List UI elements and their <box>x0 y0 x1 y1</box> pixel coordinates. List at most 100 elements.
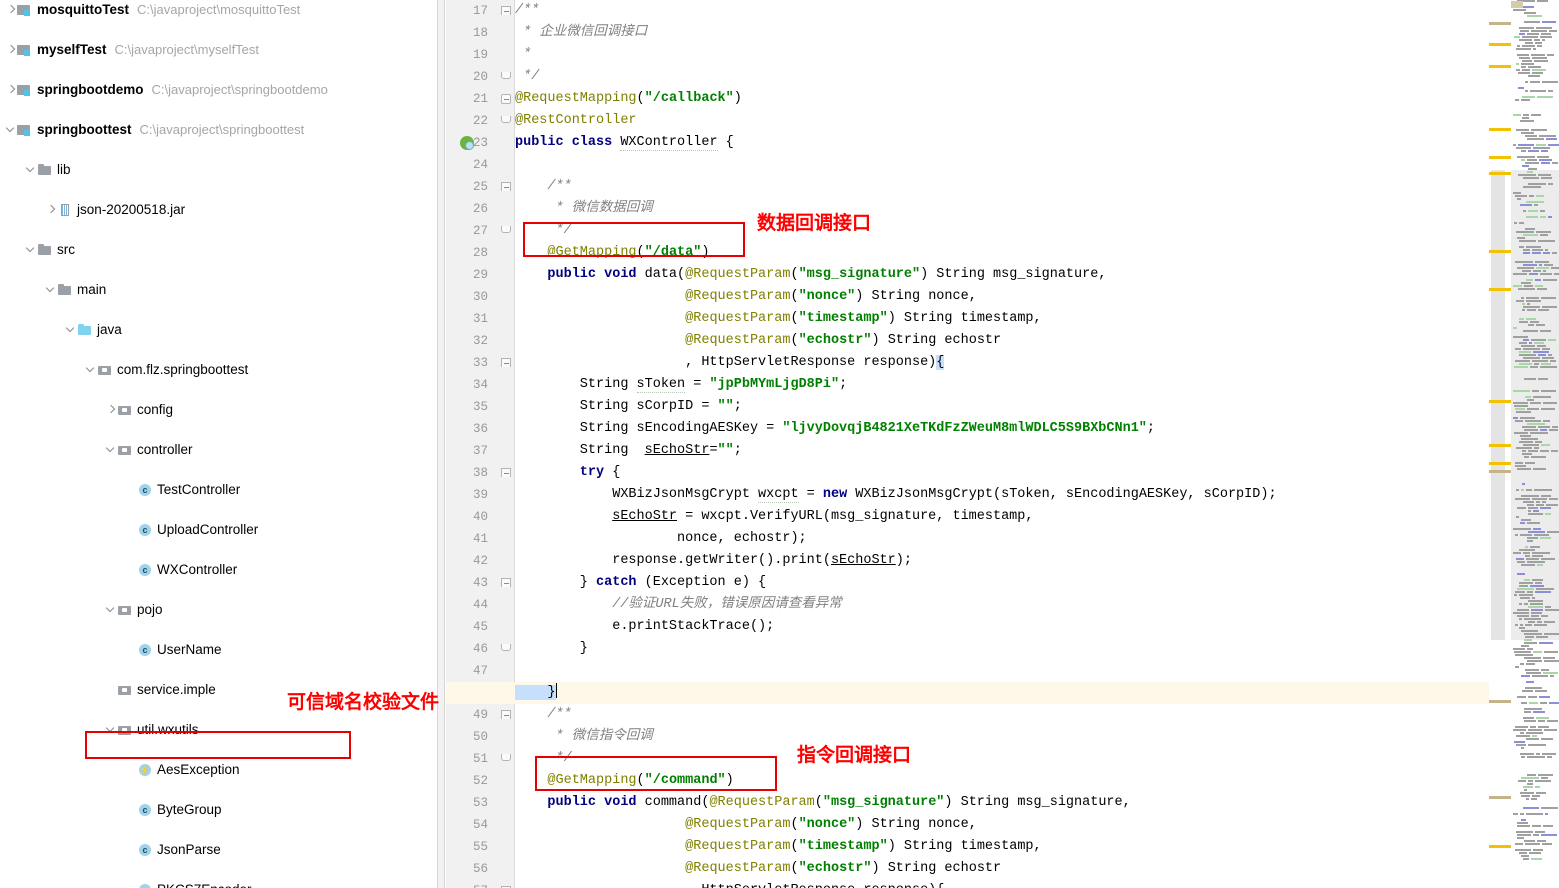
tree-row[interactable]: lib <box>0 160 437 180</box>
code-line[interactable]: @RequestParam("timestamp") String timest… <box>515 836 1042 858</box>
code-line[interactable]: , HttpServletResponse response){ <box>515 352 945 374</box>
chevron-right-icon[interactable] <box>106 400 117 420</box>
tree-row[interactable]: json-20200518.jar <box>0 200 437 220</box>
tree-row[interactable]: java <box>0 320 437 340</box>
tree-row[interactable]: WXController <box>0 560 437 580</box>
chevron-down-icon[interactable] <box>106 600 117 620</box>
chevron-down-icon[interactable] <box>6 120 17 140</box>
tree-row[interactable]: com.flz.springboottest <box>0 360 437 380</box>
code-fold-marker[interactable] <box>501 182 511 191</box>
code-line[interactable]: String sEchoStr=""; <box>515 440 742 462</box>
warning-marker[interactable] <box>1489 156 1511 159</box>
warning-marker[interactable] <box>1489 65 1511 68</box>
warning-marker[interactable] <box>1489 288 1511 291</box>
code-line[interactable]: String sEncodingAESKey = "ljvyDovqjB4821… <box>515 418 1155 440</box>
code-minimap[interactable] <box>1511 0 1559 888</box>
code-fold-marker[interactable] <box>501 468 511 477</box>
code-line[interactable]: public class WXController { <box>515 132 734 154</box>
warning-marker[interactable] <box>1489 172 1511 175</box>
code-fold-marker[interactable] <box>501 644 511 651</box>
chevron-right-icon[interactable] <box>6 40 17 60</box>
chevron-down-icon[interactable] <box>106 440 117 460</box>
code-fold-marker[interactable] <box>501 710 511 719</box>
chevron-right-icon[interactable] <box>46 200 57 220</box>
warning-marker[interactable] <box>1489 43 1511 46</box>
tree-row[interactable]: ByteGroup <box>0 800 437 820</box>
code-line[interactable]: String sToken = "jpPbMYmLjgD8Pi"; <box>515 374 847 396</box>
code-fold-marker[interactable] <box>501 94 511 104</box>
code-line[interactable]: * <box>515 44 531 66</box>
code-line[interactable]: , HttpServletResponse response){ <box>515 880 944 888</box>
warning-marker[interactable] <box>1489 845 1511 848</box>
code-line[interactable]: e.printStackTrace(); <box>515 616 774 638</box>
tree-row[interactable]: src <box>0 240 437 260</box>
tree-row[interactable]: controller <box>0 440 437 460</box>
warning-marker[interactable] <box>1489 128 1511 131</box>
code-line[interactable]: @RequestMapping("/callback") <box>515 88 742 110</box>
code-line[interactable]: * 微信数据回调 <box>515 198 653 220</box>
code-line[interactable]: } <box>515 682 557 704</box>
code-text-area[interactable]: /** * 企业微信回调接口 * */@RequestMapping("/cal… <box>446 0 1559 888</box>
code-fold-marker[interactable] <box>501 358 511 367</box>
code-line[interactable]: } <box>515 638 588 660</box>
code-line[interactable]: } catch (Exception e) { <box>515 572 766 594</box>
code-line[interactable]: //验证URL失败，错误原因请查看异常 <box>515 594 842 616</box>
warning-marker[interactable] <box>1489 400 1511 403</box>
scrollbar-thumb[interactable] <box>1491 170 1505 640</box>
code-editor[interactable]: 17 18 19 20 21 22 23 24 25 26 27 28 29 30 31 32 33 34 35 36… <box>446 0 1559 888</box>
code-fold-marker[interactable] <box>501 72 511 79</box>
tree-row[interactable]: config <box>0 400 437 420</box>
code-line[interactable]: * 微信指令回调 <box>515 726 653 748</box>
code-line[interactable]: /** <box>515 176 571 198</box>
tree-row[interactable]: AesException <box>0 760 437 780</box>
tree-row[interactable]: springbootdemo C:\javaproject\springbootd… <box>0 80 437 100</box>
code-line[interactable]: @RequestParam("timestamp") String timest… <box>515 308 1042 330</box>
tree-row[interactable]: mosquittoTest C:\javaproject\mosquittoTes… <box>0 0 437 20</box>
code-line[interactable]: WXBizJsonMsgCrypt wxcpt = new WXBizJsonM… <box>515 484 1277 506</box>
code-line[interactable]: response.getWriter().print(sEchoStr); <box>515 550 912 572</box>
code-line[interactable]: @RestController <box>515 110 637 132</box>
code-fold-marker[interactable] <box>501 6 511 15</box>
code-line[interactable]: * 企业微信回调接口 <box>515 22 647 44</box>
code-fold-marker[interactable] <box>501 754 511 761</box>
code-line[interactable]: @RequestParam("echostr") String echostr <box>515 330 1001 352</box>
chevron-down-icon[interactable] <box>66 320 77 340</box>
code-line[interactable]: sEchoStr = wxcpt.VerifyURL(msg_signature… <box>515 506 1033 528</box>
code-line[interactable]: @RequestParam("echostr") String echostr <box>515 858 1001 880</box>
tree-row[interactable]: UserName <box>0 640 437 660</box>
tree-row[interactable]: TestController <box>0 480 437 500</box>
warning-marker[interactable] <box>1489 250 1511 253</box>
tree-row[interactable]: JsonParse <box>0 840 437 860</box>
code-fold-marker[interactable] <box>501 116 511 123</box>
warning-marker[interactable] <box>1489 444 1511 447</box>
tree-row[interactable]: springboottest C:\javaproject\springboott… <box>0 120 437 140</box>
warning-marker[interactable] <box>1489 462 1511 465</box>
code-line[interactable]: String sCorpID = ""; <box>515 396 742 418</box>
tree-row[interactable]: main <box>0 280 437 300</box>
spring-bean-gutter-icon[interactable] <box>460 136 474 150</box>
code-line[interactable]: public void command(@RequestParam("msg_s… <box>515 792 1130 814</box>
tree-row[interactable]: myselfTest C:\javaproject\myselfTest <box>0 40 437 60</box>
tree-row[interactable]: PKCS7Encoder <box>0 880 437 888</box>
code-line[interactable]: /** <box>515 0 539 22</box>
tree-row[interactable]: UploadController <box>0 520 437 540</box>
code-line[interactable]: public void data(@RequestParam("msg_sign… <box>515 264 1106 286</box>
chevron-down-icon[interactable] <box>26 240 37 260</box>
code-line[interactable]: */ <box>515 66 539 88</box>
panel-splitter[interactable] <box>437 0 445 888</box>
code-line[interactable]: nonce, echostr); <box>515 528 807 550</box>
code-line[interactable]: @RequestParam("nonce") String nonce, <box>515 286 977 308</box>
code-line[interactable]: @RequestParam("nonce") String nonce, <box>515 814 977 836</box>
chevron-down-icon[interactable] <box>46 280 57 300</box>
chevron-right-icon[interactable] <box>6 80 17 100</box>
tree-row[interactable]: pojo <box>0 600 437 620</box>
code-fold-marker[interactable] <box>501 578 511 587</box>
editor-scrollbar[interactable] <box>1489 0 1511 888</box>
code-line[interactable]: /** <box>515 704 571 726</box>
chevron-down-icon[interactable] <box>86 360 97 380</box>
code-folding-gutter[interactable] <box>498 0 514 888</box>
chevron-down-icon[interactable] <box>26 160 37 180</box>
chevron-right-icon[interactable] <box>6 0 17 20</box>
code-fold-marker[interactable] <box>501 226 511 233</box>
code-line[interactable]: try { <box>515 462 621 484</box>
